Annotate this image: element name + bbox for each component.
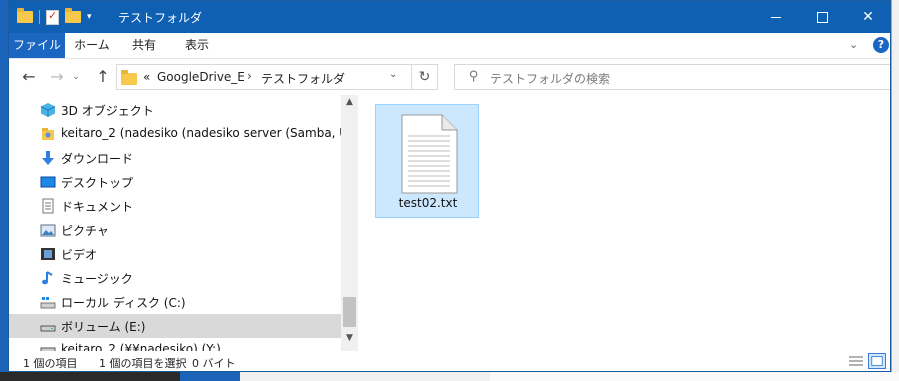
explorer-window: ▾ テストフォルダ ✕ ファイル ホーム 共有 表示 ⌄ ? ← → ⌄ ↑ «… bbox=[8, 0, 891, 372]
taskbar-edge bbox=[0, 372, 899, 381]
breadcrumb-googledrive-e[interactable]: GoogleDrive_E bbox=[157, 70, 245, 84]
tab-file[interactable]: ファイル bbox=[9, 33, 65, 58]
quick-access-toolbar: ▾ bbox=[17, 7, 92, 27]
back-button[interactable]: ← bbox=[17, 65, 41, 89]
navigation-bar: ← → ⌄ ↑ « GoogleDrive_E › テストフォルダ ⌄ ↻ ⚲ … bbox=[9, 59, 890, 95]
text-file-icon bbox=[401, 114, 458, 194]
help-icon[interactable]: ? bbox=[873, 37, 889, 53]
nav-item-local-disk-c[interactable]: ローカル ディスク (C:) bbox=[9, 290, 341, 314]
status-selection: 1 個の項目を選択 bbox=[99, 357, 187, 370]
expand-ribbon-icon[interactable]: ⌄ bbox=[849, 38, 858, 51]
window-title: テストフォルダ bbox=[118, 11, 203, 25]
background-window-edge bbox=[891, 0, 899, 381]
status-size: 0 バイト bbox=[192, 357, 236, 370]
status-item-count: 1 個の項目 bbox=[23, 357, 78, 370]
minimize-icon bbox=[771, 16, 781, 18]
local-disk-icon bbox=[40, 297, 56, 309]
music-icon bbox=[42, 271, 53, 285]
search-icon: ⚲ bbox=[469, 69, 479, 84]
tab-share[interactable]: 共有 bbox=[119, 33, 169, 58]
volume-drive-icon bbox=[40, 325, 56, 332]
download-icon bbox=[42, 151, 54, 165]
nav-item-keitaro-network[interactable]: keitaro_2 (nadesiko (nadesiko server (Sa… bbox=[9, 122, 341, 146]
nav-item-documents[interactable]: ドキュメント bbox=[9, 194, 341, 218]
tab-view[interactable]: 表示 bbox=[169, 33, 225, 58]
refresh-icon: ↻ bbox=[418, 69, 431, 85]
breadcrumb-test-folder[interactable]: テストフォルダ bbox=[261, 70, 345, 87]
network-user-icon bbox=[42, 128, 54, 140]
scroll-down-icon[interactable]: ▼ bbox=[341, 333, 358, 349]
new-folder-icon[interactable] bbox=[65, 8, 81, 23]
nav-item-music[interactable]: ミュージック bbox=[9, 266, 341, 290]
nav-item-volume-e[interactable]: ボリューム (E:) bbox=[9, 314, 341, 338]
folder-icon bbox=[17, 8, 33, 23]
nav-item-desktop[interactable]: デスクトップ bbox=[9, 170, 341, 194]
file-item[interactable]: test02.txt bbox=[375, 104, 479, 218]
documents-icon bbox=[42, 198, 54, 214]
navigation-pane: 3D オブジェクト keitaro_2 (nadesiko (nadesiko … bbox=[9, 95, 341, 351]
pictures-icon bbox=[40, 224, 56, 237]
scroll-up-icon[interactable]: ▲ bbox=[341, 97, 358, 113]
close-button[interactable]: ✕ bbox=[845, 1, 890, 33]
recent-locations-button[interactable]: ⌄ bbox=[69, 65, 83, 89]
properties-icon[interactable] bbox=[46, 9, 59, 25]
videos-icon bbox=[41, 248, 55, 260]
customize-toolbar-icon[interactable]: ▾ bbox=[87, 12, 92, 22]
nav-item-downloads[interactable]: ダウンロード bbox=[9, 146, 341, 170]
details-view-icon[interactable] bbox=[847, 353, 865, 369]
maximize-icon bbox=[816, 11, 828, 23]
breadcrumb-separator[interactable]: › bbox=[247, 69, 252, 83]
address-bar[interactable]: « GoogleDrive_E › テストフォルダ ⌄ bbox=[116, 64, 412, 90]
close-icon: ✕ bbox=[862, 9, 874, 25]
folder-icon bbox=[121, 70, 137, 85]
nav-item-pictures[interactable]: ピクチャ bbox=[9, 218, 341, 242]
address-dropdown-icon[interactable]: ⌄ bbox=[389, 69, 397, 80]
network-drive-icon bbox=[40, 347, 56, 351]
large-icons-view-icon[interactable] bbox=[868, 353, 886, 369]
refresh-button[interactable]: ↻ bbox=[412, 64, 438, 90]
file-name: test02.txt bbox=[398, 196, 458, 210]
up-button[interactable]: ↑ bbox=[91, 65, 115, 89]
forward-button[interactable]: → bbox=[45, 65, 69, 89]
file-list[interactable]: test02.txt bbox=[359, 95, 890, 351]
search-placeholder: テストフォルダの検索 bbox=[490, 72, 611, 86]
status-bar: 1 個の項目 1 個の項目を選択 0 バイト bbox=[9, 351, 890, 371]
title-bar[interactable]: ▾ テストフォルダ ✕ bbox=[9, 1, 890, 33]
nav-item-3d-objects[interactable]: 3D オブジェクト bbox=[9, 98, 341, 122]
scrollbar-thumb[interactable] bbox=[343, 297, 356, 327]
search-box[interactable]: ⚲ テストフォルダの検索 bbox=[454, 64, 890, 90]
nav-pane-scrollbar[interactable]: ▲ ▼ bbox=[341, 95, 358, 351]
3d-objects-icon bbox=[40, 103, 56, 117]
maximize-button[interactable] bbox=[799, 1, 845, 33]
minimize-button[interactable] bbox=[753, 1, 799, 33]
nav-item-videos[interactable]: ビデオ bbox=[9, 242, 341, 266]
ribbon-tabs: ファイル ホーム 共有 表示 ⌄ ? bbox=[9, 33, 890, 59]
nav-item-keitaro-y[interactable]: keitaro_2 (¥¥nadesiko) (Y:) bbox=[9, 338, 341, 351]
desktop-icon bbox=[40, 176, 56, 188]
tab-home[interactable]: ホーム bbox=[65, 33, 119, 58]
address-overflow[interactable]: « bbox=[143, 70, 150, 84]
